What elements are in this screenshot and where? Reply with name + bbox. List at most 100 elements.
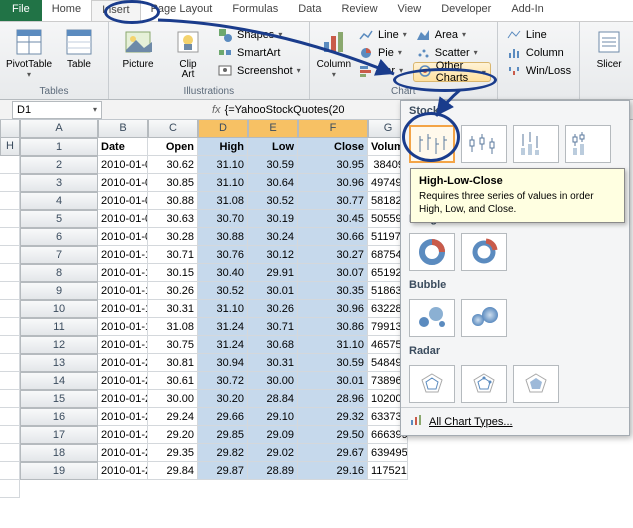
row-header[interactable]: 14 (20, 372, 98, 390)
cell[interactable] (0, 408, 20, 426)
cell[interactable]: 29.91 (248, 264, 298, 282)
line-chart-button[interactable]: Line ▾ (356, 26, 409, 43)
cell[interactable]: 28.89 (248, 462, 298, 480)
bar-chart-button[interactable]: Bar ▾ (356, 62, 409, 79)
cell[interactable]: 30.01 (248, 282, 298, 300)
cell[interactable] (0, 480, 20, 498)
cell[interactable] (0, 210, 20, 228)
cell[interactable]: 2010-01-14 (98, 300, 148, 318)
tab-addins[interactable]: Add-In (501, 0, 553, 21)
cell[interactable]: 29.24 (148, 408, 198, 426)
cell[interactable]: 30.64 (248, 174, 298, 192)
col-header[interactable]: B (98, 120, 148, 138)
cell[interactable]: 30.63 (148, 210, 198, 228)
tab-view[interactable]: View (388, 0, 432, 21)
picture-button[interactable]: Picture (115, 24, 161, 70)
row-header[interactable]: 2 (20, 156, 98, 174)
cell[interactable]: 31.10 (198, 300, 248, 318)
tab-file[interactable]: File (0, 0, 42, 21)
cell[interactable]: 28.84 (248, 390, 298, 408)
tab-data[interactable]: Data (288, 0, 331, 21)
clipart-button[interactable]: Clip Art (165, 24, 211, 80)
cell[interactable] (0, 282, 20, 300)
cell[interactable]: 2010-01-04 (98, 156, 148, 174)
cell[interactable]: 30.72 (198, 372, 248, 390)
cell[interactable]: 30.94 (198, 354, 248, 372)
tab-insert[interactable]: Insert (91, 0, 141, 21)
cell[interactable]: 30.66 (298, 228, 368, 246)
cell[interactable]: 30.59 (298, 354, 368, 372)
cell[interactable]: 639495 (368, 444, 408, 462)
doughnut-option[interactable] (409, 233, 455, 271)
row-header[interactable]: 15 (20, 390, 98, 408)
row-header[interactable]: 11 (20, 318, 98, 336)
cell[interactable]: 2010-01-25 (98, 408, 148, 426)
cell[interactable]: 31.10 (298, 336, 368, 354)
doughnut-exploded-option[interactable] (461, 233, 507, 271)
cell[interactable]: 30.31 (148, 300, 198, 318)
row-header[interactable]: 10 (20, 300, 98, 318)
tab-home[interactable]: Home (42, 0, 91, 21)
cell[interactable] (0, 246, 20, 264)
cell[interactable]: 30.19 (248, 210, 298, 228)
row-header[interactable]: 5 (20, 210, 98, 228)
cell[interactable] (0, 264, 20, 282)
row-header[interactable]: 9 (20, 282, 98, 300)
cell[interactable] (0, 426, 20, 444)
cell[interactable]: 30.07 (298, 264, 368, 282)
table-button[interactable]: Table (56, 24, 102, 70)
cell[interactable]: 30.00 (248, 372, 298, 390)
cell[interactable]: 29.84 (148, 462, 198, 480)
cell[interactable]: 2010-01-22 (98, 390, 148, 408)
radar-option[interactable] (409, 365, 455, 403)
cell[interactable]: 29.35 (148, 444, 198, 462)
cell[interactable]: 29.02 (248, 444, 298, 462)
cell[interactable]: 30.95 (298, 156, 368, 174)
cell[interactable] (0, 174, 20, 192)
cell[interactable]: 2010-01-26 (98, 426, 148, 444)
cell[interactable]: 30.81 (148, 354, 198, 372)
row-header[interactable]: 17 (20, 426, 98, 444)
cell[interactable]: 2010-01-12 (98, 264, 148, 282)
cell[interactable] (0, 354, 20, 372)
column-chart-button[interactable]: Column▾ (316, 24, 352, 79)
cell[interactable]: 29.66 (198, 408, 248, 426)
cell[interactable]: 29.09 (248, 426, 298, 444)
name-box[interactable]: D1▾ (12, 101, 102, 119)
cell[interactable]: 30.24 (248, 228, 298, 246)
cell[interactable]: 30.86 (298, 318, 368, 336)
fx-icon[interactable]: fx (212, 104, 221, 116)
cell[interactable]: 31.24 (198, 336, 248, 354)
radar-markers-option[interactable] (461, 365, 507, 403)
col-header[interactable]: D (198, 120, 248, 138)
cell[interactable]: 2010-01-11 (98, 246, 148, 264)
scatter-chart-button[interactable]: Scatter ▾ (413, 44, 491, 61)
cell[interactable]: 30.27 (298, 246, 368, 264)
cell[interactable] (0, 156, 20, 174)
cell[interactable] (0, 390, 20, 408)
cell[interactable]: 31.08 (198, 192, 248, 210)
cell[interactable]: 30.15 (148, 264, 198, 282)
cell[interactable]: 2010-01-27 (98, 444, 148, 462)
pie-chart-button[interactable]: Pie ▾ (356, 44, 409, 61)
cell[interactable]: 2010-01-20 (98, 354, 148, 372)
cell[interactable]: 30.12 (248, 246, 298, 264)
cell[interactable]: 31.24 (198, 318, 248, 336)
cell[interactable] (0, 228, 20, 246)
row-header[interactable]: 12 (20, 336, 98, 354)
area-chart-button[interactable]: Area ▾ (413, 26, 491, 43)
row-header[interactable]: 19 (20, 462, 98, 480)
cell[interactable]: 30.96 (298, 300, 368, 318)
cell[interactable]: 2010-01-15 (98, 318, 148, 336)
pivottable-button[interactable]: PivotTable▾ (6, 24, 52, 79)
shapes-button[interactable]: Shapes ▾ (215, 26, 303, 43)
cell[interactable]: 29.20 (148, 426, 198, 444)
other-charts-button[interactable]: Other Charts ▾ (413, 62, 491, 82)
col-header[interactable]: E (248, 120, 298, 138)
cell[interactable]: 30.26 (248, 300, 298, 318)
sparkline-column-button[interactable]: Column (504, 44, 573, 61)
cell[interactable]: 2010-01-19 (98, 336, 148, 354)
row-header[interactable]: 18 (20, 444, 98, 462)
row-header[interactable]: 3 (20, 174, 98, 192)
cell[interactable]: 30.52 (198, 282, 248, 300)
